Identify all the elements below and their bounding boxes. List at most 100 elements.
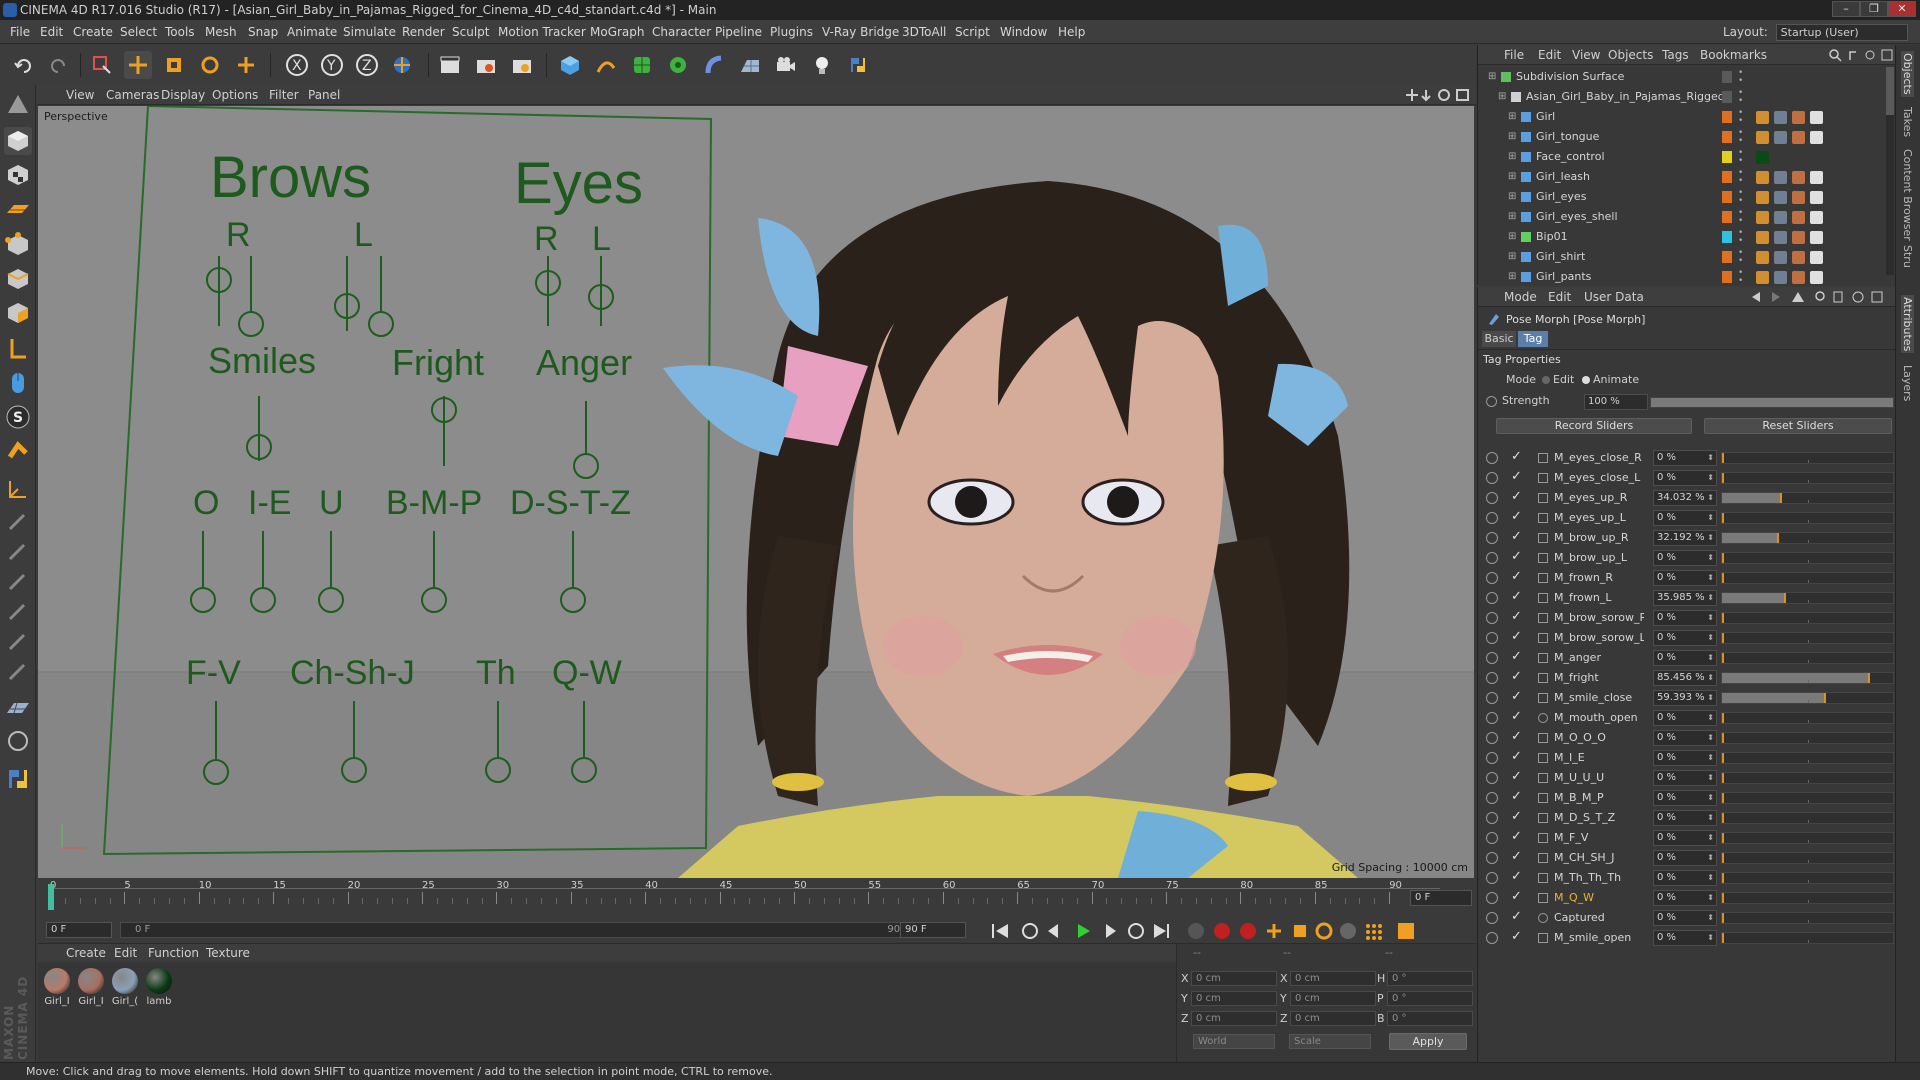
slider-handle[interactable] xyxy=(1722,653,1724,663)
tab-basic[interactable]: Basic xyxy=(1482,331,1516,347)
size-x-field[interactable]: 0 cm xyxy=(1290,971,1376,986)
layer-color-icon[interactable] xyxy=(1722,71,1732,83)
layer-color-icon[interactable] xyxy=(1722,171,1732,183)
tag-icon[interactable] xyxy=(1756,151,1769,164)
axis-mode-button[interactable] xyxy=(4,335,32,363)
slider-handle[interactable] xyxy=(1722,713,1724,723)
layer-color-icon[interactable] xyxy=(1722,231,1732,243)
tag-icon[interactable] xyxy=(1756,211,1769,224)
strength-anim-dot[interactable] xyxy=(1486,396,1497,407)
model-mode-button[interactable] xyxy=(4,127,32,155)
keyframe-dot[interactable] xyxy=(1486,932,1498,944)
morph-slider[interactable] xyxy=(1721,912,1894,924)
morph-value-field[interactable]: 0 % ⬍ xyxy=(1653,730,1717,746)
subdivision-button[interactable] xyxy=(628,51,656,79)
morph-value-field[interactable]: 85.456 % ⬍ xyxy=(1653,670,1717,686)
menu-snap[interactable]: Snap xyxy=(248,20,278,44)
enable-checkbox[interactable]: ✓ xyxy=(1511,849,1522,864)
morph-value-field[interactable]: 0 % ⬍ xyxy=(1653,890,1717,906)
morph-value-field[interactable]: 59.393 % ⬍ xyxy=(1653,690,1717,706)
minimize-button[interactable]: – xyxy=(1832,1,1860,17)
expand-icon[interactable]: ⊞ xyxy=(1508,247,1516,267)
tag-icon[interactable] xyxy=(1792,111,1805,124)
keyframe-dot[interactable] xyxy=(1486,792,1498,804)
object-row[interactable]: ⊞ Girl_eyes_shell • • xyxy=(1478,207,1896,227)
position-y-field[interactable]: 0 cm xyxy=(1191,991,1277,1006)
timeline-ruler[interactable]: 051015202530354045505560657075808590 0 F xyxy=(38,878,1476,918)
morph-value-field[interactable]: 0 % ⬍ xyxy=(1653,830,1717,846)
tag-icon[interactable] xyxy=(1792,191,1805,204)
layer-color-icon[interactable] xyxy=(1722,131,1732,143)
enable-checkbox[interactable]: ✓ xyxy=(1511,889,1522,904)
visibility-dots-icon[interactable]: • • xyxy=(1738,169,1743,186)
spinner-icon[interactable]: ⬍ xyxy=(1707,811,1714,825)
enable-checkbox[interactable]: ✓ xyxy=(1511,449,1522,464)
object-row[interactable]: ⊞ Girl_pants • • xyxy=(1478,267,1896,287)
vp-menu-cameras[interactable]: Cameras xyxy=(106,85,159,105)
side-tab-content-browser[interactable]: Content Browser xyxy=(1901,149,1914,241)
spinner-icon[interactable]: ⬍ xyxy=(1707,771,1714,785)
keyframe-dot[interactable] xyxy=(1486,892,1498,904)
morph-value-field[interactable]: 0 % ⬍ xyxy=(1653,810,1717,826)
tag-icon[interactable] xyxy=(1774,251,1787,264)
spinner-icon[interactable]: ⬍ xyxy=(1707,471,1714,485)
tweak-mode-button[interactable] xyxy=(4,369,32,397)
attr-menu-mode[interactable]: Mode xyxy=(1504,287,1537,307)
keyframe-dot[interactable] xyxy=(1486,572,1498,584)
morph-slider[interactable] xyxy=(1721,932,1894,944)
obj-toolbar-icons[interactable] xyxy=(1828,48,1894,62)
material-swatch[interactable]: Girl_I xyxy=(42,968,72,1007)
snap-button[interactable]: S xyxy=(4,403,32,431)
slider-handle[interactable] xyxy=(1722,853,1724,863)
move-tool-button[interactable] xyxy=(124,51,152,79)
keyframe-dot[interactable] xyxy=(1486,552,1498,564)
render-picture-viewer-button[interactable] xyxy=(472,51,500,79)
slider-handle[interactable] xyxy=(1722,633,1724,643)
vp-menu-display[interactable]: Display xyxy=(161,85,205,105)
tag-icon[interactable] xyxy=(1810,191,1823,204)
x-axis-lock-button[interactable]: X xyxy=(283,51,311,79)
floor-button[interactable] xyxy=(736,51,764,79)
morph-value-field[interactable]: 0 % ⬍ xyxy=(1653,570,1717,586)
slider-handle[interactable] xyxy=(1823,693,1826,703)
enable-checkbox[interactable]: ✓ xyxy=(1511,769,1522,784)
redo-button[interactable] xyxy=(44,51,72,79)
tag-icon[interactable] xyxy=(1774,131,1787,144)
menu-sculpt[interactable]: Sculpt xyxy=(452,20,489,44)
visibility-dots-icon[interactable]: • • xyxy=(1738,189,1743,206)
object-scrollbar[interactable] xyxy=(1886,67,1894,275)
rotation-b-field[interactable]: 0 ° xyxy=(1387,1011,1473,1026)
spinner-icon[interactable]: ⬍ xyxy=(1707,611,1714,625)
expand-icon[interactable]: ⊞ xyxy=(1508,147,1516,167)
workplane-mode-button[interactable] xyxy=(4,195,32,223)
keyframe-dot[interactable] xyxy=(1486,672,1498,684)
mat-menu-create[interactable]: Create xyxy=(66,944,106,962)
spinner-icon[interactable]: ⬍ xyxy=(1707,751,1714,765)
light-button[interactable] xyxy=(808,51,836,79)
brush-button-2[interactable] xyxy=(4,537,32,565)
spinner-icon[interactable]: ⬍ xyxy=(1707,531,1714,545)
make-editable-button[interactable] xyxy=(4,91,32,119)
object-row[interactable]: ⊞ Girl • • xyxy=(1478,107,1896,127)
y-axis-lock-button[interactable]: Y xyxy=(318,51,346,79)
slider-handle[interactable] xyxy=(1722,913,1724,923)
spinner-icon[interactable]: ⬍ xyxy=(1707,651,1714,665)
expand-icon[interactable]: ⊞ xyxy=(1508,207,1516,227)
slider-handle[interactable] xyxy=(1722,453,1724,463)
attr-menu-edit[interactable]: Edit xyxy=(1548,287,1571,307)
slider-handle[interactable] xyxy=(1722,893,1724,903)
enable-checkbox[interactable]: ✓ xyxy=(1511,509,1522,524)
tab-tag[interactable]: Tag xyxy=(1518,331,1548,347)
side-tab-structure[interactable]: Stru xyxy=(1901,245,1914,268)
visibility-dots-icon[interactable]: • • xyxy=(1738,249,1743,266)
expand-icon[interactable]: ⊞ xyxy=(1508,187,1516,207)
spinner-icon[interactable]: ⬍ xyxy=(1707,671,1714,685)
tag-icon[interactable] xyxy=(1810,131,1823,144)
array-button[interactable] xyxy=(664,51,692,79)
position-z-field[interactable]: 0 cm xyxy=(1191,1011,1277,1026)
menu-window[interactable]: Window xyxy=(1000,20,1047,44)
object-row[interactable]: ⊞ Face_control • • xyxy=(1478,147,1896,167)
tag-icon[interactable] xyxy=(1810,231,1823,244)
tag-icon[interactable] xyxy=(1774,111,1787,124)
enable-checkbox[interactable]: ✓ xyxy=(1511,669,1522,684)
